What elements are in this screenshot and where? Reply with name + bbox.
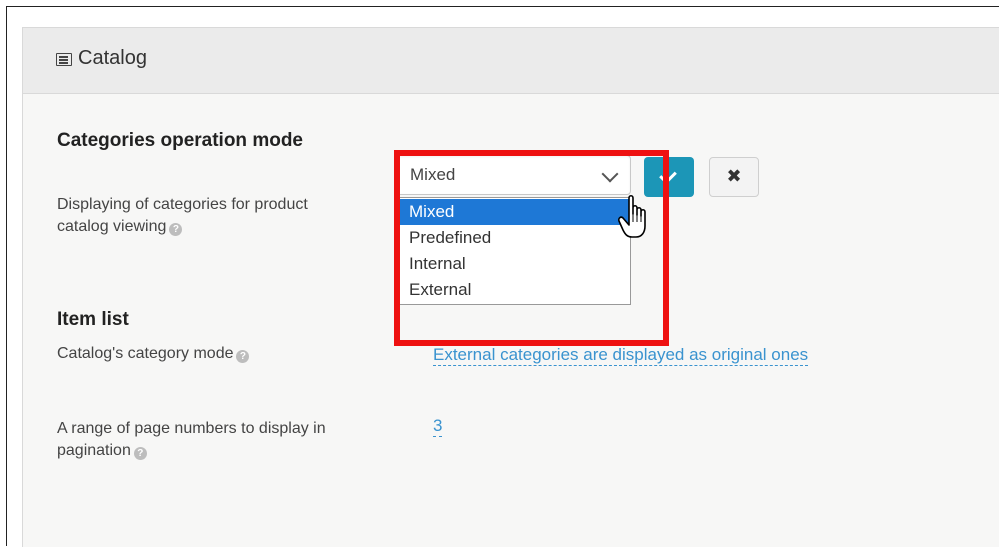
check-icon (659, 166, 677, 185)
category-mode-value-link[interactable]: External categories are displayed as ori… (433, 345, 809, 366)
pagination-label-line1: A range of page numbers to display in (57, 420, 326, 437)
section-title-item-list: Item list (57, 309, 129, 330)
list-icon (56, 53, 72, 66)
panel-header: Catalog (23, 28, 999, 94)
save-button[interactable] (644, 157, 694, 197)
help-icon[interactable]: ? (133, 447, 147, 460)
option-mixed[interactable]: Mixed (397, 199, 630, 225)
option-external[interactable]: External (397, 277, 630, 303)
help-icon[interactable]: ? (236, 350, 250, 363)
cancel-button[interactable]: ✖ (709, 157, 759, 197)
section-title-categories-mode: Categories operation mode (57, 130, 303, 151)
categories-mode-dropdown: Mixed Predefined Internal External (396, 197, 631, 305)
hand-cursor-icon (618, 194, 646, 238)
pagination-label-line2: pagination (57, 442, 131, 459)
select-current-value: Mixed (410, 165, 456, 184)
option-predefined[interactable]: Predefined (397, 225, 630, 251)
categories-display-label-line1: Displaying of categories for product (57, 196, 308, 213)
pagination-range-label: A range of page numbers to display in pa… (57, 418, 326, 462)
category-mode-label-text: Catalog's category mode (57, 345, 234, 362)
option-internal[interactable]: Internal (397, 251, 630, 277)
categories-display-label-line2: catalog viewing (57, 218, 167, 235)
categories-mode-select[interactable]: Mixed (396, 155, 631, 195)
pagination-range-value-link[interactable]: 3 (433, 416, 443, 437)
help-icon[interactable]: ? (169, 223, 183, 236)
close-icon: ✖ (726, 166, 742, 186)
panel-title: Catalog (78, 47, 147, 69)
category-mode-label: Catalog's category mode? (57, 343, 250, 365)
chevron-down-icon (601, 165, 619, 183)
categories-display-label: Displaying of categories for product cat… (57, 194, 308, 238)
